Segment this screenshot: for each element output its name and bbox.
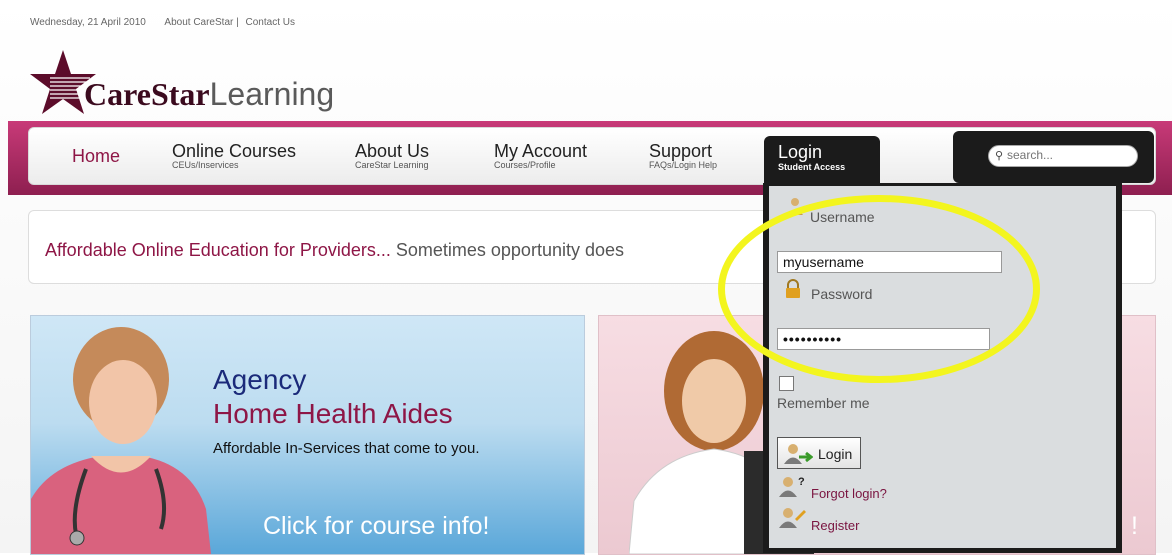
- login-button[interactable]: Login: [777, 437, 861, 469]
- nav-support-label: Support: [649, 141, 713, 161]
- forgot-login-link[interactable]: Forgot login?: [811, 486, 887, 501]
- tagline-rest: Sometimes opportunity does: [395, 240, 624, 260]
- logo-suffix-text: Learning: [209, 76, 335, 112]
- nurse-photo: [31, 327, 211, 554]
- topbar-separator: |: [236, 17, 239, 28]
- remember-me-checkbox[interactable]: [779, 376, 794, 391]
- login-tab-sub: Student Access: [778, 162, 846, 172]
- password-field[interactable]: [777, 328, 990, 350]
- username-label: Username: [810, 209, 875, 225]
- register-icon: [779, 508, 806, 528]
- search-area: ⚲: [953, 131, 1154, 183]
- nav-item-my-account[interactable]: My Account Courses/Profile: [494, 141, 588, 170]
- about-carestar-link[interactable]: About CareStar: [164, 17, 233, 28]
- nav-item-about-us[interactable]: About Us CareStar Learning: [355, 141, 430, 170]
- contact-us-link[interactable]: Contact Us: [246, 17, 295, 28]
- nav-item-online-courses[interactable]: Online Courses CEUs/Inservices: [172, 141, 297, 170]
- current-date: Wednesday, 21 April 2010: [30, 17, 146, 28]
- nav-about-us-sub: CareStar Learning: [355, 160, 429, 170]
- lock-icon: [786, 279, 800, 298]
- search-icon: ⚲: [995, 150, 1004, 162]
- card-second-cta-tail: !: [1131, 512, 1138, 540]
- search-input[interactable]: [1007, 147, 1125, 163]
- user-icon: [787, 198, 803, 215]
- remember-me-label: Remember me: [777, 395, 870, 411]
- nav-item-home[interactable]: Home: [72, 146, 121, 166]
- nav-home-label: Home: [72, 146, 121, 166]
- nav-online-courses-label: Online Courses: [172, 141, 297, 161]
- login-user-icon: [784, 444, 813, 464]
- svg-text:?: ?: [798, 476, 805, 488]
- tagline-lead: Affordable Online Education for Provider…: [45, 240, 391, 260]
- search-box[interactable]: ⚲: [988, 145, 1138, 167]
- forgot-login-icon: ?: [779, 476, 805, 497]
- register-link[interactable]: Register: [811, 518, 859, 533]
- tab-login[interactable]: Login Student Access: [764, 136, 880, 186]
- carestar-logo[interactable]: CareStarLearning: [28, 48, 388, 118]
- card-agency-line3: Affordable In-Services that come to you.: [213, 440, 480, 457]
- nav-support-sub: FAQs/Login Help: [649, 160, 718, 170]
- username-field[interactable]: [777, 251, 1002, 273]
- nav-my-account-sub: Courses/Profile: [494, 160, 556, 170]
- card-agency-line1: Agency: [213, 364, 307, 395]
- top-utility-bar: Wednesday, 21 April 2010 About CareStar …: [30, 17, 295, 28]
- agency-hha-card[interactable]: Agency Home Health Aides Affordable In-S…: [30, 315, 585, 555]
- logo-brand-text: CareStar: [84, 76, 210, 112]
- nav-my-account-label: My Account: [494, 141, 588, 161]
- login-button-label: Login: [818, 446, 853, 462]
- card-agency-cta[interactable]: Click for course info!: [263, 512, 489, 541]
- login-tab-label: Login: [778, 142, 823, 162]
- nav-online-courses-sub: CEUs/Inservices: [172, 160, 239, 170]
- nav-about-us-label: About Us: [355, 141, 430, 161]
- nav-item-support[interactable]: Support FAQs/Login Help: [649, 141, 718, 170]
- card-agency-line2: Home Health Aides: [213, 398, 453, 429]
- password-label: Password: [811, 286, 873, 302]
